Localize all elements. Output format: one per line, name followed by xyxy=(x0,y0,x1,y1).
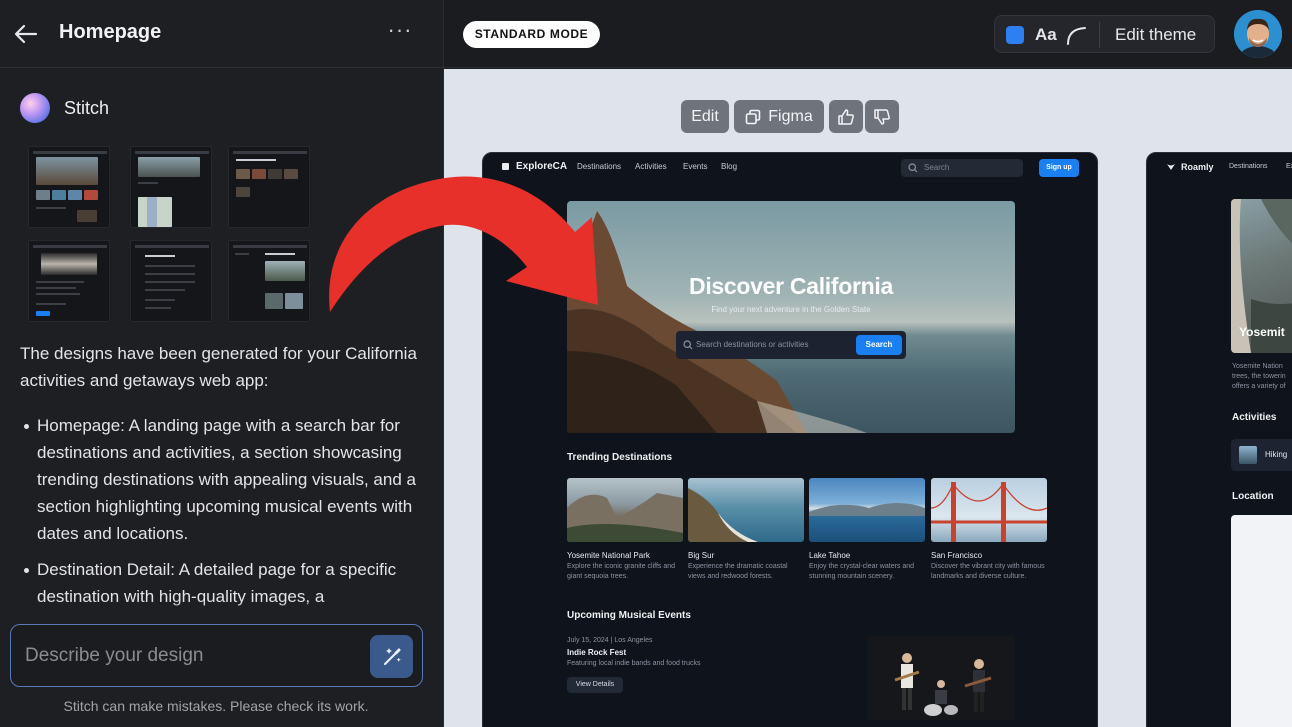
prompt-box xyxy=(10,624,423,687)
destination-desc: Discover the vibrant city with famous la… xyxy=(931,563,1045,580)
destination-card: Big Sur Experience the dramatic coastal … xyxy=(688,478,804,582)
homepage-preview[interactable]: ExploreCA Destinations Activities Events… xyxy=(482,152,1098,727)
design-canvas[interactable]: Edit Figma ExploreCA Destinations Activi… xyxy=(444,69,1292,727)
hero-image: Discover California Find your next adven… xyxy=(567,201,1015,433)
design-thumbnails xyxy=(28,146,318,322)
destination-name: Big Sur xyxy=(688,551,715,560)
nav-link: Blog xyxy=(721,162,738,171)
detail-hero-image: Yosemit xyxy=(1231,199,1292,353)
hero-search-button: Search xyxy=(856,335,902,355)
event-date: July 15, 2024 | Los Angeles xyxy=(567,637,653,644)
list-item: Homepage: A landing page with a search b… xyxy=(20,412,420,547)
stitch-logo-icon xyxy=(20,93,50,123)
more-options-icon[interactable]: ··· xyxy=(386,19,414,48)
roamly-logo-icon xyxy=(1167,164,1175,170)
nav-link: Activities xyxy=(635,162,667,171)
preview-signup: Sign up xyxy=(1039,159,1079,177)
destination-name: Lake Tahoe xyxy=(809,551,851,560)
detail-description: Yosemite Nation trees, the towerin offer… xyxy=(1232,363,1286,390)
theme-controls: Aa Edit theme xyxy=(994,15,1215,53)
event-image xyxy=(867,636,1015,720)
design-thumbnail[interactable] xyxy=(228,240,310,322)
design-thumbnail[interactable] xyxy=(28,146,110,228)
avatar[interactable] xyxy=(1234,10,1282,58)
figma-label: Figma xyxy=(768,107,813,125)
design-thumbnail[interactable] xyxy=(228,146,310,228)
destination-desc: Enjoy the crystal-clear waters and stunn… xyxy=(809,563,915,580)
assistant-message: The designs have been generated for your… xyxy=(20,344,417,390)
event-name: Indie Rock Fest xyxy=(567,648,627,657)
destination-name: San Francisco xyxy=(931,551,983,560)
thumbs-up-icon xyxy=(838,108,854,125)
design-thumbnail[interactable] xyxy=(130,240,212,322)
activity-thumbnail xyxy=(1239,446,1257,464)
generate-button[interactable] xyxy=(370,635,413,678)
project-header: Stitch xyxy=(20,92,109,124)
panel-header: Homepage ··· xyxy=(0,0,443,68)
color-swatch[interactable] xyxy=(1006,26,1024,44)
thumbs-down-icon xyxy=(874,108,890,125)
nav-link: Destinations xyxy=(1229,163,1268,170)
mode-toggle[interactable]: STANDARD MODE xyxy=(463,21,600,48)
design-thumbnail[interactable] xyxy=(28,240,110,322)
hero-subtitle: Find your next adventure in the Golden S… xyxy=(711,305,871,314)
copy-icon xyxy=(745,109,761,124)
activity-chip: Hiking xyxy=(1231,439,1292,471)
corner-radius-icon[interactable] xyxy=(1065,25,1087,45)
preview-nav: ExploreCA Destinations Activities Events… xyxy=(483,153,1097,183)
destination-card: Yosemite National Park Explore the iconi… xyxy=(567,478,683,582)
figma-export-button[interactable]: Figma xyxy=(734,100,824,133)
magic-wand-icon xyxy=(383,647,401,665)
preview-search: Search xyxy=(901,159,1023,177)
search-icon xyxy=(683,340,693,350)
nav-link: Destinations xyxy=(577,162,622,171)
page-title: Homepage xyxy=(59,21,162,43)
design-list: Homepage: A landing page with a search b… xyxy=(20,412,420,619)
destination-detail-preview[interactable]: Roamly Destinations Ex Yosemit Yosemite … xyxy=(1146,152,1292,727)
location-title: Location xyxy=(1232,491,1274,502)
explore-logo-icon xyxy=(502,163,509,170)
divider xyxy=(1099,22,1100,48)
hero-title: Discover California xyxy=(689,273,893,299)
event-desc: Featuring local indie bands and food tru… xyxy=(567,660,701,667)
nav-link: Ex xyxy=(1286,163,1292,170)
preview-brand: Roamly xyxy=(1181,162,1214,172)
nav-link: Events xyxy=(683,162,708,171)
edit-button[interactable]: Edit xyxy=(681,100,729,133)
thumbs-down-button[interactable] xyxy=(865,100,899,133)
view-details-button: View Details xyxy=(567,677,623,693)
activities-title: Activities xyxy=(1232,412,1277,423)
prompt-input[interactable] xyxy=(25,643,355,669)
preview-brand: ExploreCA xyxy=(516,161,568,172)
disclaimer-text: Stitch can make mistakes. Please check i… xyxy=(63,698,369,714)
location-map xyxy=(1231,515,1292,727)
destination-desc: Experience the dramatic coastal views an… xyxy=(688,563,788,580)
hero-search-bar: Search destinations or activities Search xyxy=(676,331,906,359)
project-name: Stitch xyxy=(64,97,110,118)
destination-card: San Francisco Discover the vibrant city … xyxy=(931,478,1047,582)
thumbs-up-button[interactable] xyxy=(829,100,863,133)
events-title: Upcoming Musical Events xyxy=(567,610,691,621)
top-bar: STANDARD MODE Aa Edit theme xyxy=(444,0,1292,68)
destination-card: Lake Tahoe Enjoy the crystal-clear water… xyxy=(809,478,925,582)
destination-desc: Explore the iconic granite cliffs and gi… xyxy=(567,563,676,580)
search-icon xyxy=(908,163,918,173)
chat-panel: Homepage ··· Stitch The designs have bee… xyxy=(0,0,444,727)
design-thumbnail[interactable] xyxy=(130,146,212,228)
detail-hero-title: Yosemit xyxy=(1239,325,1285,339)
destination-name: Yosemite National Park xyxy=(567,551,650,560)
edit-theme-button[interactable]: Edit theme xyxy=(1115,25,1196,45)
back-arrow-icon[interactable] xyxy=(12,20,40,48)
font-selector[interactable]: Aa xyxy=(1035,25,1057,45)
trending-title: Trending Destinations xyxy=(567,452,673,463)
